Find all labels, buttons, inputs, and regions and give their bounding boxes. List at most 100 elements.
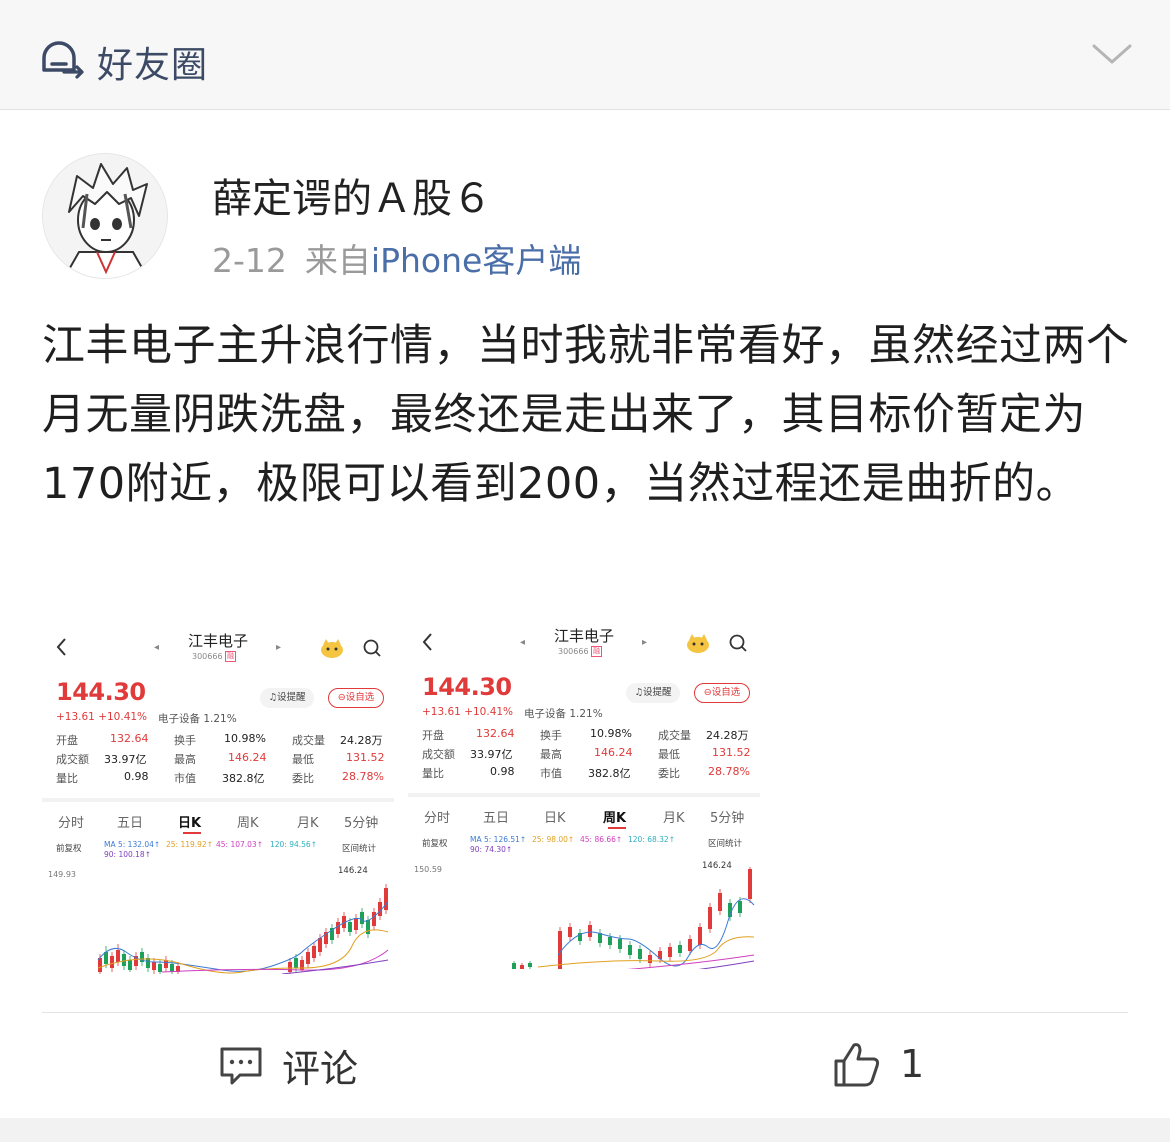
stat-value: 28.78% (708, 765, 750, 778)
stats-row: 开盘 132.64 换手 10.98% 成交量 24.28万 (422, 727, 752, 746)
candle (520, 965, 524, 969)
candle (128, 960, 132, 970)
stat-value: 132.64 (110, 732, 149, 745)
stat-label: 量比 (422, 767, 444, 780)
range-stats-button: 区间统计 (708, 839, 743, 849)
period-tabs: 分时 五日 日K 周K 月K 5分钟 (408, 793, 760, 829)
candle (668, 947, 672, 957)
candle (638, 949, 642, 959)
comment-icon (220, 1047, 262, 1085)
candle (318, 938, 322, 952)
ma-value: 25: 98.00↑ (532, 835, 575, 844)
stat-label: 开盘 (56, 734, 78, 747)
candle (360, 912, 364, 924)
candle (116, 950, 120, 962)
search-icon (363, 639, 381, 657)
chevron-down-icon[interactable] (1090, 40, 1134, 68)
candle (312, 946, 316, 958)
stats-row: 量比 0.98 市值 382.8亿 委比 28.78% (56, 770, 386, 789)
stat-label: 最低 (658, 748, 680, 761)
adjust-mode: 前复权 (422, 839, 448, 849)
stat-label: 成交额 (56, 753, 89, 766)
like-count: 1 (900, 1042, 925, 1086)
comment-button[interactable]: 评论 (218, 1040, 358, 1091)
stats-table: 开盘 132.64 换手 10.98% 成交量 24.28万 成交额 33.97… (56, 732, 386, 789)
price-change: +13.61 +10.41% (56, 711, 148, 723)
search-icon (729, 634, 747, 652)
tab-5min: 5分钟 (710, 811, 745, 826)
stat-value: 131.52 (712, 746, 751, 759)
candle (708, 907, 712, 929)
divider (42, 1012, 1128, 1013)
tab-5min: 5分钟 (344, 816, 379, 831)
tab-weekly-k: 周K (237, 816, 259, 831)
stat-value: 0.98 (490, 765, 515, 778)
stats-row: 成交额 33.97亿 最高 146.24 最低 131.52 (56, 751, 386, 770)
stock-image-1[interactable]: ◂ 江丰电子 ▸ 300666 融 144.30 +13.61 +10.41% … (42, 622, 394, 974)
tab-5day: 五日 (117, 816, 144, 831)
tab-daily-k: 日K (544, 811, 566, 826)
candle (648, 955, 652, 963)
stock-code: 300666 (192, 652, 223, 661)
stock-price: 144.30 (56, 678, 146, 706)
candle (110, 956, 114, 968)
stock-image-2[interactable]: ◂ 江丰电子 ▸ 300666 融 144.30 +13.61 +10.41% … (408, 617, 760, 969)
like-button[interactable]: 1 (832, 1038, 924, 1090)
candle (748, 869, 752, 899)
stat-value: 382.8亿 (222, 772, 265, 785)
candle (628, 945, 632, 955)
mascot-icon (687, 634, 709, 653)
candle (718, 893, 722, 911)
candles (512, 867, 752, 969)
stats-row: 成交额 33.97亿 最高 146.24 最低 131.52 (422, 746, 752, 765)
tab-weekly-k: 周K (603, 811, 627, 826)
candle (336, 922, 340, 934)
ma-value: MA 5: 132.04↑ (104, 840, 161, 849)
stats-table: 开盘 132.64 换手 10.98% 成交量 24.28万 成交额 33.97… (422, 727, 752, 784)
candle (158, 964, 162, 972)
candle (738, 901, 742, 913)
source-device[interactable]: iPhone (371, 241, 482, 280)
header-bar: 好友圈 (0, 0, 1170, 110)
ma-value: 25: 119.92↑ (166, 840, 213, 849)
stat-value: 28.78% (342, 770, 384, 783)
stat-label: 市值 (540, 767, 562, 780)
ma-value: 90: 74.30↑ (470, 845, 513, 854)
ma-value: 120: 68.32↑ (628, 835, 675, 844)
ma-value: 90: 100.18↑ (104, 850, 151, 859)
candle (528, 963, 532, 967)
stat-value: 0.98 (124, 770, 149, 783)
author-name[interactable]: 薛定谔的Ａ股６ (212, 166, 492, 224)
tab-intraday: 分时 (58, 816, 85, 831)
ma-value: 120: 94.56↑ (270, 840, 317, 849)
stat-label: 换手 (174, 734, 196, 747)
post-meta: 2-12 来自iPhone客户端 (212, 234, 581, 282)
candle (152, 962, 156, 970)
source-suffix[interactable]: 客户端 (482, 241, 581, 280)
candle (678, 945, 682, 953)
stat-label: 最高 (174, 753, 196, 766)
candle (568, 927, 572, 937)
set-reminder-button: ♫设提醒 (260, 688, 314, 708)
adjust-mode: 前复权 (56, 844, 82, 854)
avatar[interactable] (42, 153, 168, 279)
stat-label: 最低 (292, 753, 314, 766)
ma-value: MA 5: 126.51↑ (470, 835, 527, 844)
stat-label: 成交量 (292, 734, 325, 747)
thumbs-up-icon (834, 1043, 880, 1087)
stat-label: 换手 (540, 729, 562, 742)
candle (98, 958, 102, 972)
candle (348, 922, 352, 932)
candle (588, 925, 592, 937)
ma-value: 45: 86.66↑ (580, 835, 623, 844)
candle (306, 952, 310, 964)
tab-5day: 五日 (483, 811, 510, 826)
stat-value: 146.24 (228, 751, 267, 764)
stat-label: 市值 (174, 772, 196, 785)
source-prefix: 来自 (304, 241, 371, 280)
tab-monthly-k: 月K (297, 816, 319, 831)
candle (698, 927, 702, 945)
stat-value: 10.98% (224, 732, 266, 745)
candle (294, 958, 298, 968)
add-watchlist-button: ⊖设自选 (328, 688, 384, 708)
